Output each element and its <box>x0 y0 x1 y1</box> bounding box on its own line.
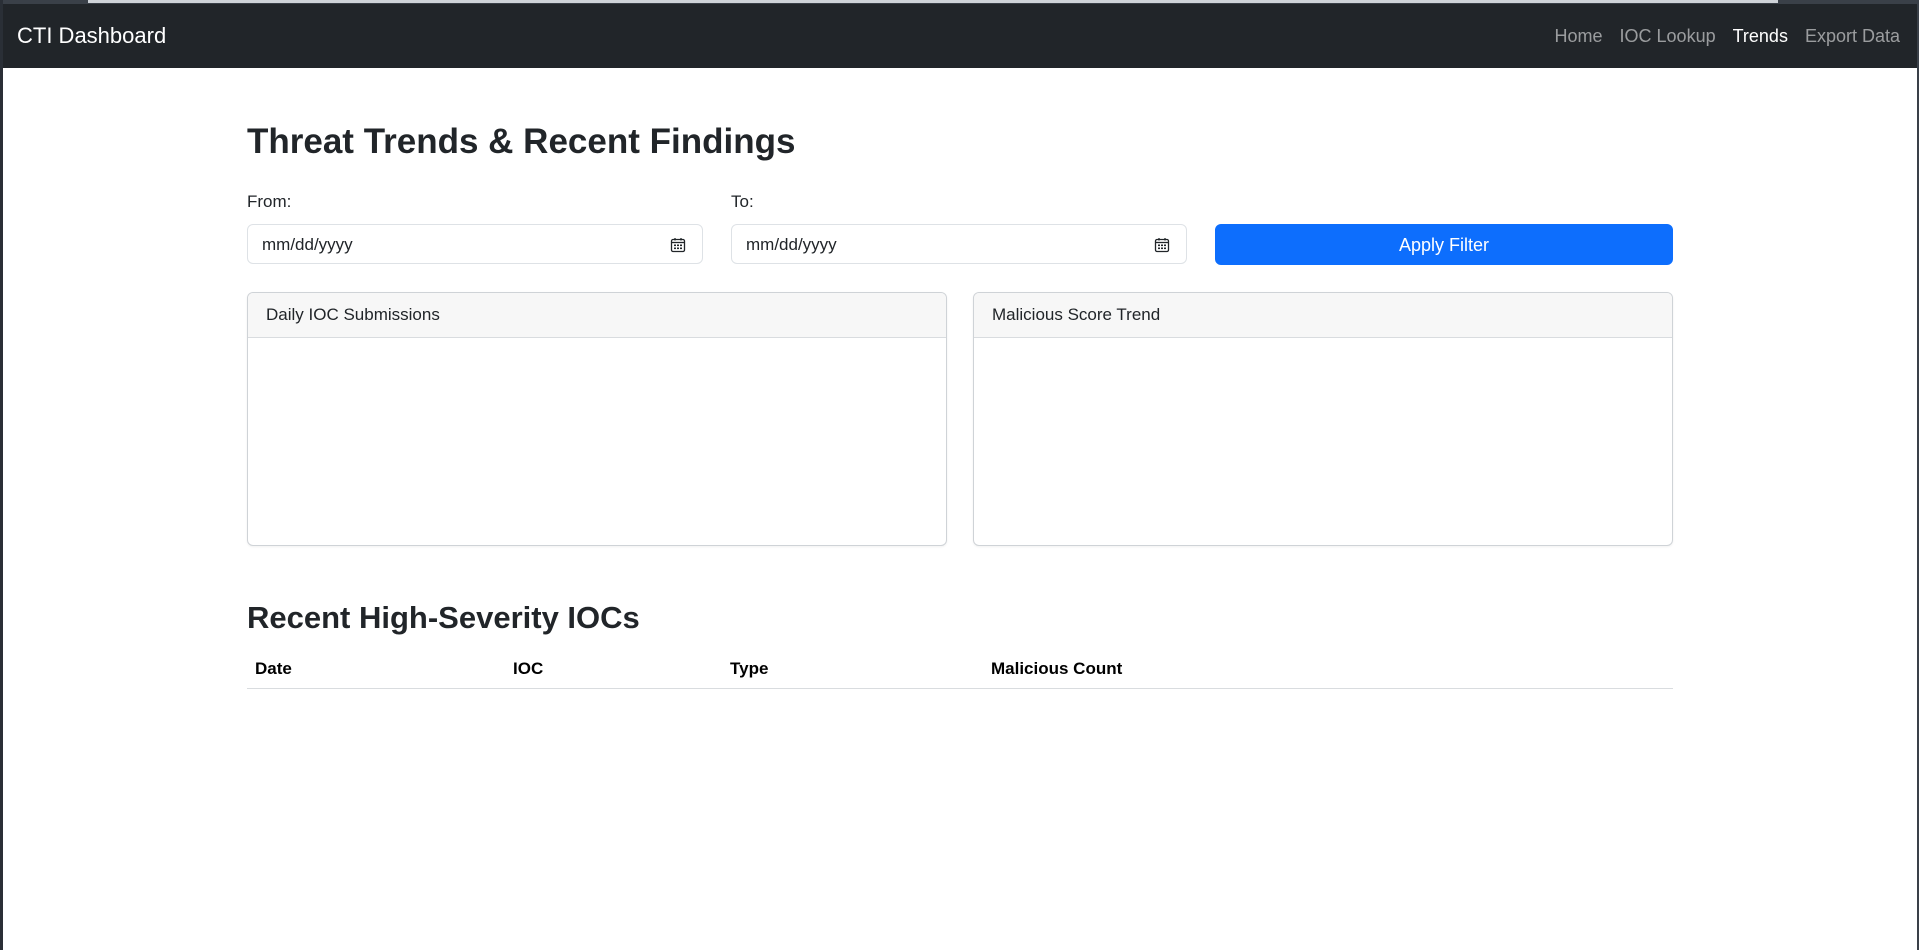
calendar-icon[interactable] <box>1154 237 1170 253</box>
nav-link-trends[interactable]: Trends <box>1733 26 1788 47</box>
recent-iocs-title: Recent High-Severity IOCs <box>247 600 640 635</box>
to-label: To: <box>731 192 754 211</box>
malicious-score-trend-card: Malicious Score Trend <box>973 292 1673 546</box>
column-header-malicious-count: Malicious Count <box>983 649 1673 689</box>
calendar-icon[interactable] <box>670 237 686 253</box>
window-left-border <box>0 0 3 950</box>
page-title: Threat Trends & Recent Findings <box>247 122 796 161</box>
malicious-trend-chart-area <box>974 338 1672 545</box>
nav-link-export-data[interactable]: Export Data <box>1805 26 1900 47</box>
recent-iocs-table: Date IOC Type Malicious Count <box>247 649 1673 689</box>
nav-link-ioc-lookup[interactable]: IOC Lookup <box>1620 26 1716 47</box>
to-date-value: mm/dd/yyyy <box>746 235 837 254</box>
column-header-type: Type <box>722 649 983 689</box>
nav-link-home[interactable]: Home <box>1555 26 1603 47</box>
apply-filter-button[interactable]: Apply Filter <box>1215 224 1673 265</box>
column-header-date: Date <box>247 649 505 689</box>
to-date-input[interactable]: mm/dd/yyyy <box>731 224 1187 264</box>
nav-links: Home IOC Lookup Trends Export Data <box>1555 4 1900 68</box>
from-date-input[interactable]: mm/dd/yyyy <box>247 224 703 264</box>
daily-ioc-submissions-card: Daily IOC Submissions <box>247 292 947 546</box>
table-header-row: Date IOC Type Malicious Count <box>247 649 1673 689</box>
from-date-value: mm/dd/yyyy <box>262 235 353 254</box>
column-header-ioc: IOC <box>505 649 722 689</box>
card-header: Daily IOC Submissions <box>248 293 946 338</box>
navbar-brand[interactable]: CTI Dashboard <box>17 4 166 68</box>
from-label: From: <box>247 192 292 211</box>
card-header: Malicious Score Trend <box>974 293 1672 338</box>
browser-viewport: CTI Dashboard Home IOC Lookup Trends Exp… <box>0 0 1919 950</box>
daily-submissions-chart-area <box>248 338 946 545</box>
window-top-highlight <box>88 0 1778 3</box>
top-navbar: CTI Dashboard Home IOC Lookup Trends Exp… <box>3 4 1917 68</box>
